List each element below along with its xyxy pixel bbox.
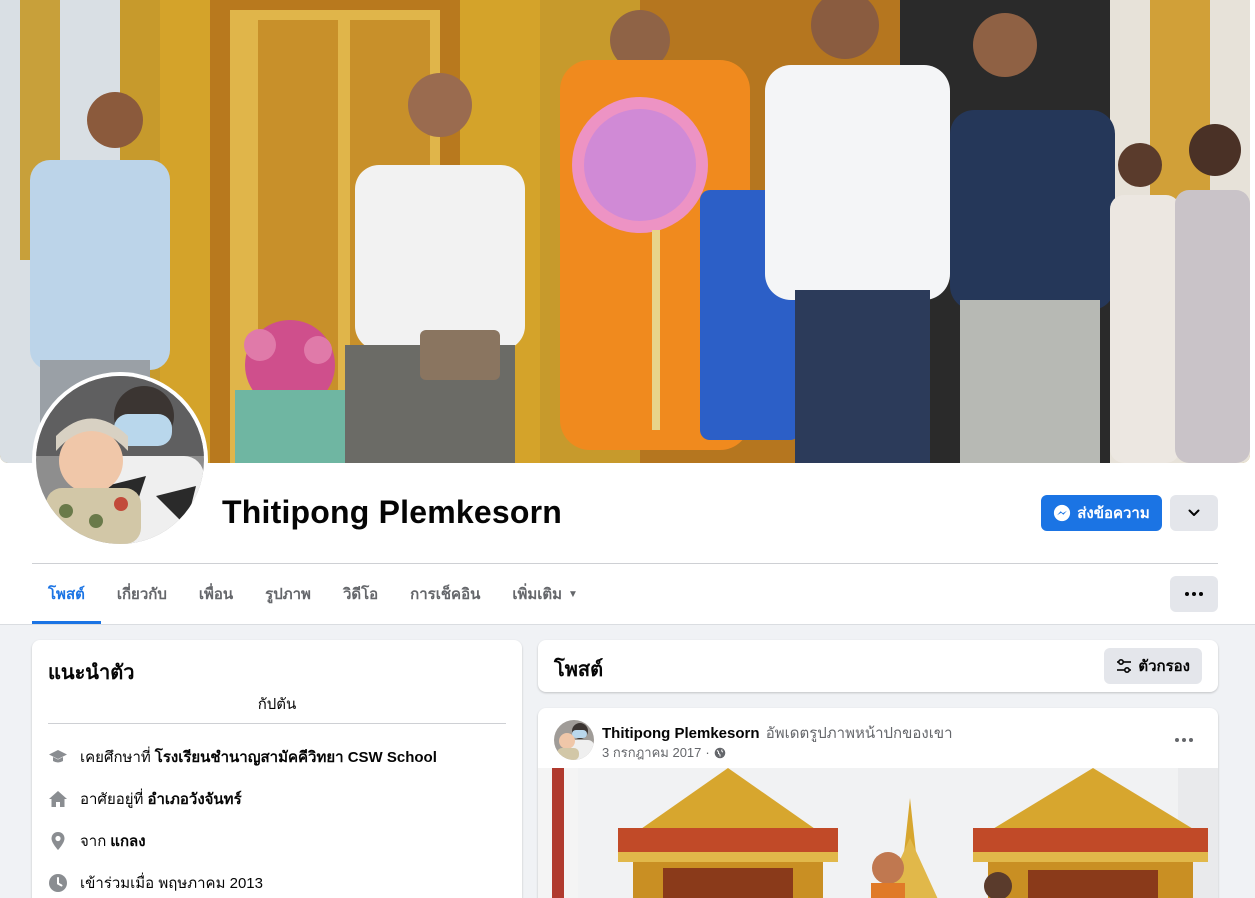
posts-header-card: โพสต์ ตัวกรอง [538,640,1218,692]
tab-about[interactable]: เกี่ยวกับ [101,564,183,624]
tab-videos[interactable]: วิดีโอ [327,564,394,624]
location-pin-icon [48,831,68,851]
graduation-cap-icon [48,747,68,767]
profile-avatar[interactable] [32,372,208,548]
post-options-button[interactable] [1166,722,1202,758]
tab-posts[interactable]: โพสต์ [32,564,101,624]
tab-more[interactable]: เพิ่มเติม ▼ [496,564,594,624]
post-author-avatar[interactable] [554,720,594,760]
current-city-link[interactable]: อำเภอวังจันทร์ [147,787,241,811]
intro-title: แนะนำตัว [48,662,135,684]
tab-photos[interactable]: รูปภาพ [249,564,327,624]
filter-sliders-icon [1117,658,1132,674]
post-cover-photo[interactable] [538,768,1218,898]
posts-title: โพสต์ [554,659,604,681]
post-card: Thitipong Plemkesorn อัพเดตรูปภาพหน้าปกข… [538,708,1218,898]
post-action-text: อัพเดตรูปภาพหน้าปกของเขา [765,725,953,742]
more-dots-icon [1185,592,1203,596]
messenger-icon [1054,504,1071,522]
cover-photo[interactable] [0,0,1250,463]
info-education: เคยศึกษาที่ โรงเรียนชำนาญสามัคคีวิทยา CS… [48,745,437,769]
hometown-link[interactable]: แกลง [110,829,145,853]
filter-label: ตัวกรอง [1138,658,1190,675]
tab-checkins[interactable]: การเช็คอิน [394,564,496,624]
filter-button[interactable]: ตัวกรอง [1104,648,1202,684]
intro-bio: กัปตัน [257,696,297,713]
caret-down-icon: ▼ [568,588,578,600]
globe-icon[interactable] [714,747,726,759]
more-dots-icon [1175,738,1193,742]
home-icon [48,789,68,809]
post-date[interactable]: 3 กรกฎาคม 2017 [602,742,701,763]
chevron-down-icon [1188,509,1200,516]
profile-options-button[interactable] [1170,495,1218,531]
info-joined: เข้าร่วมเมื่อ พฤษภาคม 2013 [48,871,263,895]
post-meta: 3 กรกฎาคม 2017 · [602,742,726,763]
profile-name: Thitipong Plemkesorn [222,494,563,530]
profile-header: Thitipong Plemkesorn ส่งข้อความ โพสต์ เก… [0,0,1255,625]
tab-friends[interactable]: เพื่อน [183,564,249,624]
more-options-button[interactable] [1170,576,1218,612]
intro-card: แนะนำตัว กัปตัน เคยศึกษาที่ โรงเรียนชำนา… [32,640,522,898]
clock-icon [48,873,68,893]
post-author-name[interactable]: Thitipong Plemkesorn [602,725,760,742]
send-message-label: ส่งข้อความ [1077,505,1150,522]
info-lives-in: อาศัยอยู่ที่ อำเภอวังจันทร์ [48,787,242,811]
profile-tabs: โพสต์ เกี่ยวกับ เพื่อน รูปภาพ วิดีโอ การ… [32,564,594,624]
tabs-shadow [0,624,1255,625]
school-link[interactable]: โรงเรียนชำนาญสามัคคีวิทยา CSW School [155,745,437,769]
intro-divider [48,723,506,724]
info-from: จาก แกลง [48,829,146,853]
send-message-button[interactable]: ส่งข้อความ [1041,495,1162,531]
